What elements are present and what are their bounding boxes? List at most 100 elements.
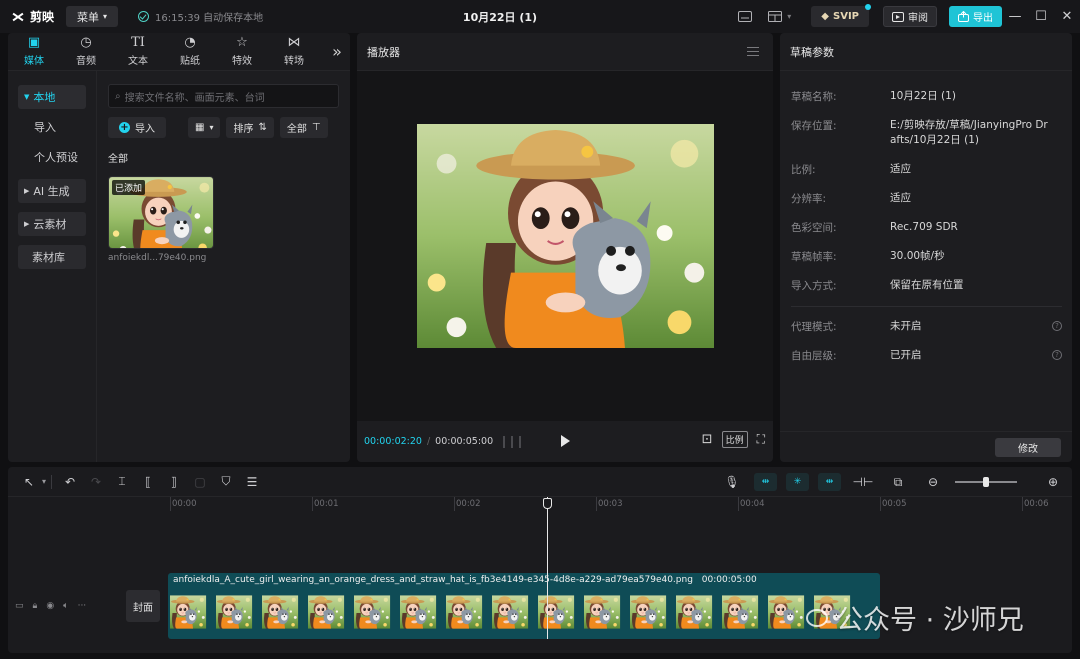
search-input[interactable]: ⌕ 搜索文件名称、画面元素、台词 (108, 84, 339, 108)
auto-snap-icon[interactable]: ✳ (786, 473, 809, 491)
filmstrip-frame (584, 590, 628, 634)
sidebar-item-label: AI 生成 (33, 185, 70, 198)
timeline-ruler[interactable]: 00:00 00:01 00:02 00:03 00:04 00:05 00:0… (122, 497, 1072, 513)
filmstrip-frame (170, 590, 214, 634)
fullscreen-icon[interactable]: ⛶ (757, 432, 765, 447)
zoom-out-icon[interactable]: ⊖ (920, 472, 946, 492)
autosave-text: 16:15:39 自动保存本地 (155, 13, 264, 24)
param-row: 分辨率: 适应 (791, 183, 1062, 212)
asset-filename: anfoiekdl...79e40.png (108, 253, 207, 263)
more-icon[interactable]: ··· (78, 601, 87, 611)
maximize-button[interactable]: ☐ (1028, 7, 1054, 27)
tab-effects[interactable]: ☆ 特效 (216, 33, 268, 70)
cover-button[interactable]: 封面 (126, 590, 160, 622)
chevron-down-icon[interactable]: ▾ (42, 477, 46, 486)
menu-button[interactable]: 菜单 ▾ (66, 6, 119, 27)
fullscreen-timeline-icon[interactable]: ⧉ (885, 472, 911, 492)
sidebar-item-presets[interactable]: 个人预设 (18, 145, 86, 169)
help-icon[interactable]: ? (1052, 321, 1062, 331)
filmstrip-frame (538, 590, 582, 634)
track-toggle-icon[interactable]: ▭ (15, 601, 24, 611)
tab-audio[interactable]: ◷ 音频 (60, 33, 112, 70)
volume-icon[interactable]: 🔈︎ (63, 601, 68, 611)
video-clip[interactable]: anfoiekdla_A_cute_girl_wearing_an_orange… (168, 573, 880, 639)
sidebar-item-cloud[interactable]: ▶ 云素材 (18, 212, 86, 236)
play-icon[interactable] (561, 435, 570, 447)
split-right-icon[interactable]: ⟧ (161, 472, 187, 492)
linkage-icon[interactable]: ⇹ (818, 473, 841, 491)
caret-right-icon: ▶ (24, 220, 30, 228)
eye-icon[interactable]: ◉ (46, 601, 54, 611)
sidebar-item-local[interactable]: ▼ 本地 (18, 85, 86, 109)
sort-icon: ⇅ (258, 122, 267, 133)
delete-icon[interactable]: ▢ (187, 472, 213, 492)
tab-text[interactable]: TI 文本 (112, 33, 164, 70)
import-label: 导入 (135, 124, 155, 135)
import-button[interactable]: + 导入 (108, 117, 166, 138)
sort-button[interactable]: 排序 ⇅ (226, 117, 274, 138)
diamond-icon: ◆ (821, 11, 829, 22)
playhead[interactable] (547, 497, 548, 639)
sidebar-item-ai-generate[interactable]: ▶ AI 生成 (18, 179, 86, 203)
undo-icon[interactable]: ↶ (57, 472, 83, 492)
select-cursor-icon[interactable]: ↖ (16, 472, 42, 492)
chevron-down-icon: ▾ (209, 123, 214, 132)
preview-axis-icon[interactable]: ⊣⊢ (850, 472, 876, 492)
help-icon[interactable]: ? (1052, 350, 1062, 360)
playhead-handle[interactable] (543, 498, 552, 509)
sidebar-item-library[interactable]: 素材库 (18, 245, 86, 269)
filter-button[interactable]: 全部 ⊤ (279, 117, 328, 138)
review-button[interactable]: 审阅 (883, 6, 937, 27)
shortcut-keyboard-icon[interactable] (733, 7, 757, 27)
text-icon: TI (131, 35, 145, 50)
zoom-fit-icon[interactable]: ⊡ (702, 432, 713, 447)
close-button[interactable]: ✕ (1054, 7, 1080, 27)
current-time: 00:00:02:20 (364, 436, 422, 447)
sidebar-item-import[interactable]: 导入 (18, 115, 86, 139)
tab-label: 特效 (232, 56, 252, 67)
upload-icon (958, 11, 969, 22)
menu-icon[interactable] (747, 47, 759, 56)
split-icon[interactable]: ⌶ (109, 472, 135, 492)
divider (791, 306, 1062, 307)
svip-button[interactable]: ◆ SVIP (811, 4, 871, 27)
lock-icon[interactable]: 🔒︎ (33, 601, 38, 611)
track-header: ▭ 🔒︎ ◉ 🔈︎ ··· (8, 568, 122, 644)
split-left-icon[interactable]: ⟦ (135, 472, 161, 492)
view-mode-button[interactable]: ▦ ▾ (188, 117, 221, 138)
param-row: 色彩空间: Rec.709 SDR (791, 212, 1062, 241)
review-label: 审阅 (908, 13, 928, 24)
player-header: 播放器 (357, 33, 773, 71)
grid-icon[interactable] (503, 435, 522, 448)
layout-icon[interactable] (763, 7, 787, 27)
tab-sticker[interactable]: ◔ 贴纸 (164, 33, 216, 70)
export-button[interactable]: 导出 (949, 6, 1002, 27)
param-key: 保存位置: (791, 120, 837, 132)
redo-icon[interactable]: ↷ (83, 472, 109, 492)
microphone-icon[interactable]: 🎙 (719, 472, 745, 492)
ratio-button[interactable]: 比例 (721, 431, 748, 448)
zoom-in-icon[interactable]: ⊕ (1040, 472, 1066, 492)
main-track-magnet-icon[interactable]: ⇹ (754, 473, 777, 491)
app-logo: 剪映 (10, 8, 54, 25)
grid-icon: ▦ (195, 122, 205, 133)
tab-transition[interactable]: ⋈ 转场 (268, 33, 320, 70)
shield-icon[interactable]: ⛉ (213, 472, 239, 492)
edit-list-icon[interactable]: ☰ (239, 472, 265, 492)
modify-button[interactable]: 修改 (995, 438, 1061, 457)
tab-media[interactable]: ▣ 媒体 (8, 33, 60, 70)
media-sidebar: ▼ 本地 导入 个人预设 ▶ AI 生成 ▶ 云素材 素材库 (8, 71, 97, 462)
media-tab-bar: ▣ 媒体 ◷ 音频 TI 文本 ◔ 贴纸 ☆ 特效 ⋈ 转场 » (8, 33, 350, 71)
tick-label: 00:00 (172, 499, 197, 509)
wechat-logo-icon (806, 608, 828, 627)
more-tabs-icon[interactable]: » (324, 33, 350, 70)
zoom-slider[interactable] (955, 477, 1017, 487)
media-thumbnail[interactable]: 已添加 (108, 176, 214, 249)
zoom-slider-handle[interactable] (983, 477, 989, 487)
watermark-text: 公众号 · 沙师兄 (836, 605, 1024, 636)
layout-chevron-icon[interactable]: ▾ (787, 12, 791, 21)
param-value: 10月22日 (1) (890, 90, 956, 102)
filmstrip-frame (722, 590, 766, 634)
minimize-button[interactable]: — (1002, 7, 1028, 27)
param-row: 保存位置: E:/剪映存放/草稿/JianyingPro Drafts/10月22… (791, 110, 1062, 154)
